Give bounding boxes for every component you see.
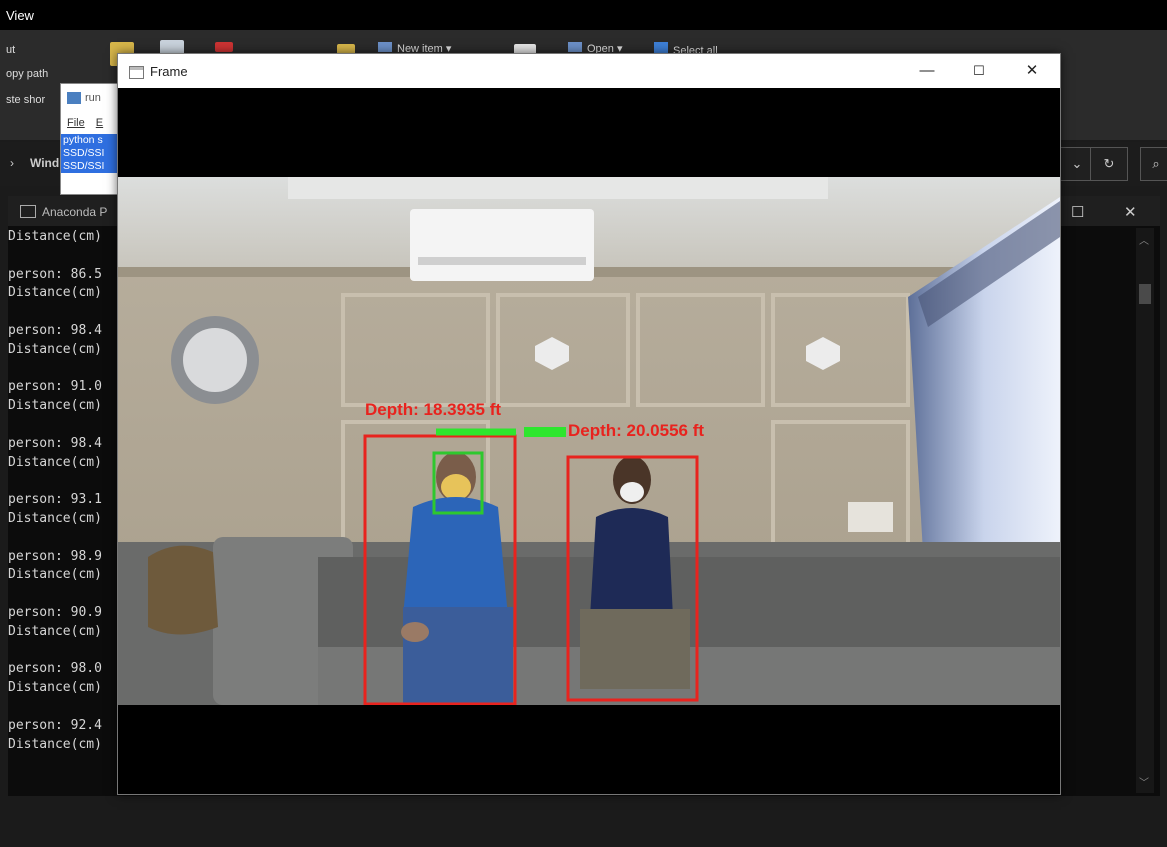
scroll-down-icon[interactable]: ﹀: [1139, 774, 1149, 789]
desktop-background: [0, 796, 1167, 847]
woman-top: [590, 508, 673, 617]
maximize-button[interactable]: ☐: [956, 58, 1002, 84]
notepad-window[interactable]: run File E python s SSD/SSI SSD/SSI: [60, 83, 124, 195]
explorer-title: View: [6, 8, 34, 23]
mask-white: [620, 482, 644, 502]
mask-yellow: [441, 474, 471, 500]
depth-label-person-1: Depth: 18.3935 ft: [365, 400, 501, 419]
video-frame: Depth: 18.3935 ft Depth: 20.0556 ft: [118, 88, 1060, 794]
camera-image: Depth: 18.3935 ft Depth: 20.0556 ft: [118, 177, 1060, 705]
search-icon[interactable]: ⌕: [1140, 147, 1167, 181]
notepad-menubar: File E: [61, 112, 123, 134]
close-button[interactable]: ✕: [1009, 58, 1055, 84]
close-icon[interactable]: ✕: [1124, 203, 1137, 221]
depth-label-person-2: Depth: 20.0556 ft: [568, 421, 704, 440]
delete-icon[interactable]: [215, 42, 233, 52]
notepad-selected-line[interactable]: SSD/SSI: [61, 147, 123, 160]
paste-shortcut-button[interactable]: ste shor: [6, 94, 45, 106]
notepad-title: run: [85, 92, 101, 104]
frame-window[interactable]: Frame — ☐ ✕ Depth: 18.3935 ft Depth: 20.…: [117, 53, 1061, 795]
open-icon: [568, 42, 582, 52]
air-conditioner-vent: [418, 257, 586, 265]
scroll-up-icon[interactable]: ︿: [1139, 232, 1149, 247]
clock-face: [183, 328, 247, 392]
ceiling-panel: [288, 177, 828, 199]
cushion: [148, 545, 218, 635]
notepad-selected-line[interactable]: SSD/SSI: [61, 160, 123, 173]
notepad-selected-line[interactable]: python s: [61, 134, 123, 147]
frame-title: Frame: [150, 64, 188, 79]
maximize-icon[interactable]: ☐: [1071, 203, 1084, 221]
minimize-button[interactable]: —: [904, 58, 950, 84]
air-conditioner: [410, 209, 594, 281]
man-hands: [401, 622, 429, 642]
switch-board: [848, 502, 893, 532]
man-shirt: [403, 497, 508, 617]
man-jeans: [403, 607, 513, 705]
menu-file[interactable]: File: [67, 117, 85, 129]
copy-path-button[interactable]: opy path: [6, 68, 48, 80]
breadcrumb-chevron-icon[interactable]: ›: [10, 156, 14, 170]
console-icon: [20, 205, 36, 218]
notepad-title-bar: run: [61, 84, 123, 112]
new-item-icon: [378, 42, 392, 52]
distance-line-segment: [524, 427, 566, 437]
console-scrollbar[interactable]: ︿ ﹀: [1136, 228, 1154, 793]
refresh-icon[interactable]: ↻: [1090, 147, 1128, 181]
frame-title-bar[interactable]: Frame — ☐ ✕: [118, 54, 1060, 88]
address-segment[interactable]: Wind: [30, 156, 59, 170]
notepad-icon: [67, 92, 81, 104]
menu-edit[interactable]: E: [96, 117, 103, 129]
woman-pants: [580, 609, 690, 689]
explorer-title-bar: View: [0, 0, 1167, 30]
cut-button[interactable]: ut: [6, 44, 15, 56]
anaconda-title: Anaconda P: [42, 205, 108, 219]
scroll-thumb[interactable]: [1139, 284, 1151, 304]
window-icon: [129, 66, 144, 79]
